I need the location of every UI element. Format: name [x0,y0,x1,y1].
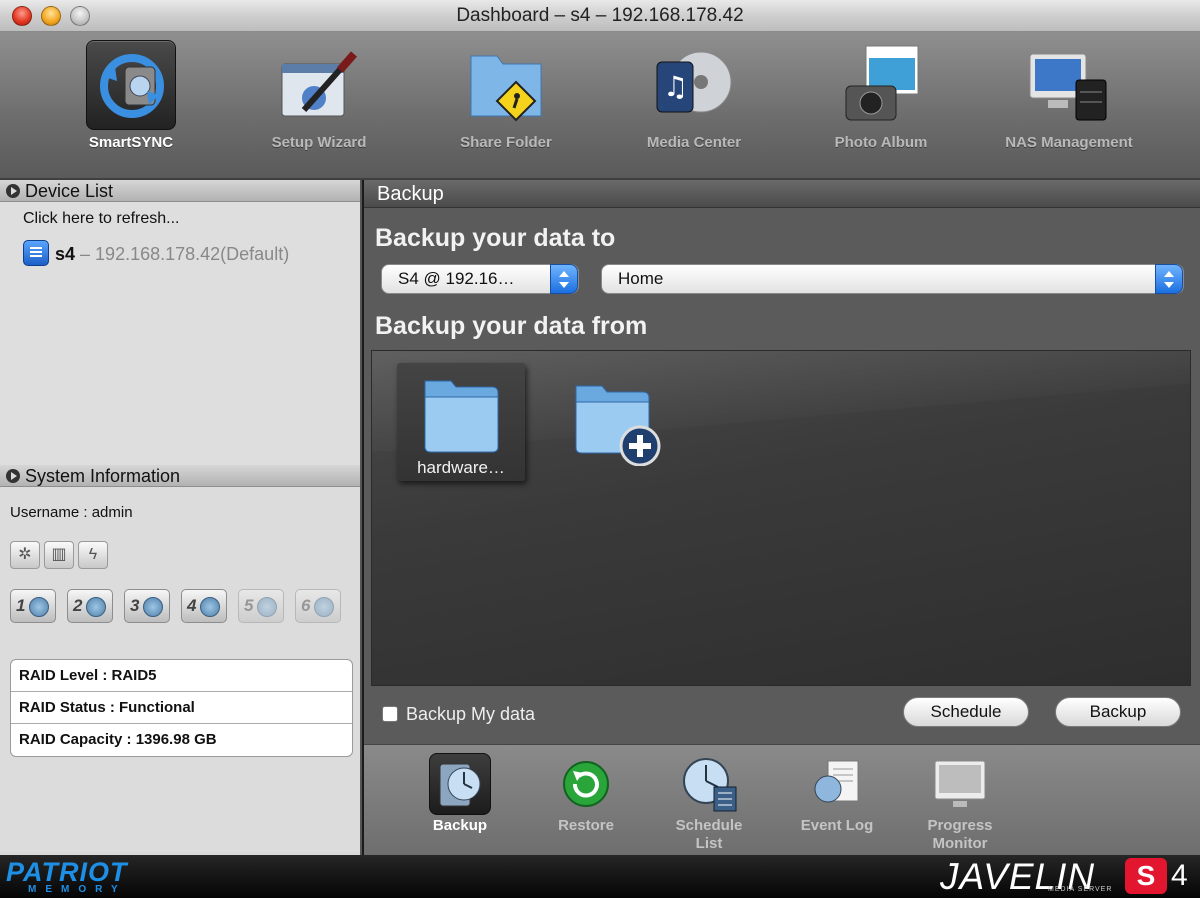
device-list: Click here to refresh... s4 – 192.168.17… [0,202,360,465]
svg-text:♫: ♫ [663,70,688,103]
device-item[interactable]: s4 – 192.168.178.42(Default) [23,240,289,266]
memory-icon[interactable]: ▥ [44,541,74,569]
backup-my-data-checkbox[interactable]: Backup My data [382,704,535,725]
checkbox[interactable] [382,706,398,722]
disk-1-icon[interactable]: 1 [10,589,56,623]
photo-album-icon [836,40,926,130]
nas-device-icon [23,240,49,266]
target-folder-select[interactable]: Home [601,264,1184,294]
username-label: Username : admin [10,504,133,521]
s4-badge: S [1125,858,1167,894]
toolbar-label: Photo Album [834,134,928,151]
tab-event-log[interactable]: Event Log [782,753,892,835]
system-information-header[interactable]: System Information [0,465,360,487]
toolbar-smartsync[interactable]: SmartSYNC [51,40,211,170]
disk-6-icon: 6 [295,589,341,623]
s4-badge-number: 4 [1171,859,1188,892]
folder-label: hardware… [417,458,505,477]
toolbar-media-center[interactable]: ♫ Media Center [614,40,774,170]
tab-label: Backup [432,817,488,834]
raid-capacity: RAID Capacity : 1396.98 GB [19,731,217,748]
close-window-button[interactable] [12,6,32,26]
stepper-arrows-icon [1155,264,1183,294]
schedule-list-icon [678,753,740,815]
toolbar-photo-album[interactable]: Photo Album [801,40,961,170]
target-device-select[interactable]: S4 @ 192.16… [381,264,579,294]
title-bar: Dashboard – s4 – 192.168.178.42 [0,0,1200,32]
source-folders-area[interactable]: hardware… [371,350,1191,686]
source-folder-item[interactable]: hardware… [397,363,525,481]
left-panel: Device List Click here to refresh... s4 … [0,180,362,855]
device-detail: – 192.168.178.42(Default) [75,244,290,264]
disk-5-icon: 5 [238,589,284,623]
disclosure-triangle-icon[interactable] [6,184,20,198]
fan-icon[interactable]: ✲ [10,541,40,569]
smartsync-icon [86,40,176,130]
power-icon[interactable]: ϟ [78,541,108,569]
tab-progress-monitor[interactable]: Progress Monitor [905,753,1015,853]
patriot-logo-sub: MEMORY [28,884,127,895]
progress-monitor-icon [929,753,991,815]
tab-label: Restore [558,817,614,834]
event-log-icon [806,753,868,815]
device-list-header[interactable]: Device List [0,180,360,202]
tab-label: Schedule List [675,817,743,852]
window-title: Dashboard – s4 – 192.168.178.42 [456,5,744,26]
brand-footer: PATRIOT MEMORY JAVELIN MEDIA SERVER S 4 [0,855,1200,898]
javelin-logo-sub: MEDIA SERVER [1048,886,1113,893]
disk-bays: 123456 [10,589,352,623]
backup-from-heading: Backup your data from [375,312,648,340]
backup-button[interactable]: Backup [1055,697,1181,727]
system-information-panel: Username : admin ✲ ▥ ϟ 123456 RAID Level :… [0,487,360,852]
raid-level: RAID Level : RAID5 [11,660,352,692]
device-name: s4 [55,244,76,264]
toolbar-label: SmartSYNC [88,134,174,151]
status-icons: ✲ ▥ ϟ [10,541,112,569]
tab-backup[interactable]: Backup [405,753,515,835]
nas-management-icon [1024,40,1114,130]
raid-status: RAID Status : Functional [11,692,352,724]
add-folder-button[interactable] [572,376,672,467]
restore-icon [555,753,617,815]
disk-4-icon[interactable]: 4 [181,589,227,623]
tab-schedule-list[interactable]: Schedule List [654,753,764,853]
tab-label: Event Log [800,817,874,834]
toolbar-label: NAS Management [1005,134,1133,151]
media-center-icon: ♫ [649,40,739,130]
backup-to-heading: Backup your data to [375,224,616,252]
bottom-tab-bar: Backup Restore Schedule List Event Log P… [364,744,1200,855]
backup-panel: Backup Backup your data to S4 @ 192.16… … [364,180,1200,744]
minimize-window-button[interactable] [41,6,61,26]
main-toolbar: SmartSYNC Setup Wizard Share Folder ♫ Me… [0,32,1200,180]
toolbar-label: Share Folder [460,134,552,151]
toolbar-label: Media Center [646,134,742,151]
toolbar-share-folder[interactable]: Share Folder [426,40,586,170]
backup-icon [429,753,491,815]
toolbar-label: Setup Wizard [271,134,367,151]
folder-icon [424,380,499,453]
toolbar-setup-wizard[interactable]: Setup Wizard [239,40,399,170]
setup-wizard-icon [274,40,364,130]
tab-restore[interactable]: Restore [531,753,641,835]
disk-3-icon[interactable]: 3 [124,589,170,623]
share-folder-icon [461,40,551,130]
tab-label: Progress Monitor [927,817,993,852]
stepper-arrows-icon [550,264,578,294]
refresh-link[interactable]: Click here to refresh... [23,210,180,228]
disk-2-icon[interactable]: 2 [67,589,113,623]
raid-info-box: RAID Level : RAID5 RAID Status : Functio… [10,659,353,757]
add-folder-icon [575,385,661,467]
toolbar-nas-management[interactable]: NAS Management [989,40,1149,170]
disclosure-triangle-icon[interactable] [6,469,20,483]
schedule-button[interactable]: Schedule [903,697,1029,727]
panel-title: Backup [364,180,1200,208]
zoom-window-button[interactable] [70,6,90,26]
